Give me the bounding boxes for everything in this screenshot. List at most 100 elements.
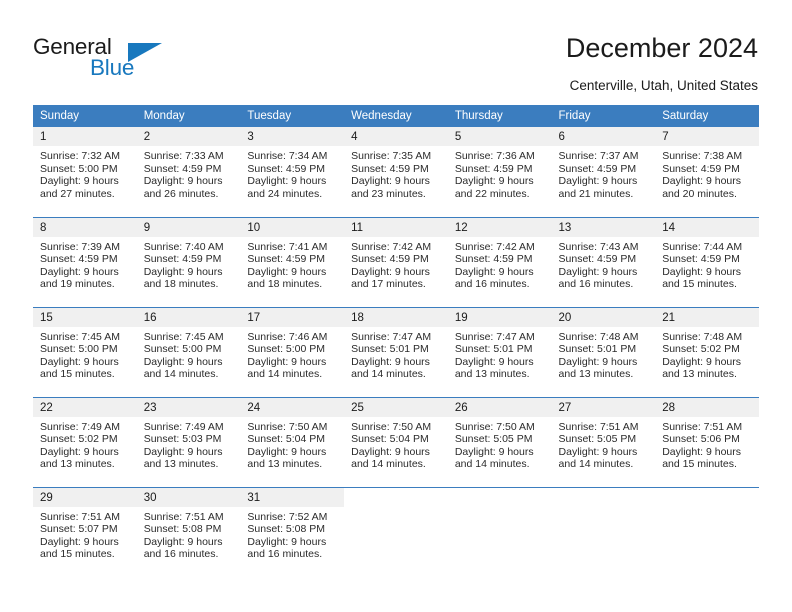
sunrise-text: Sunrise: 7:36 AM: [454, 150, 535, 162]
daylight-text: Daylight: 9 hours and 14 minutes.: [247, 355, 327, 381]
sunset-text: Sunset: 4:59 PM: [40, 253, 118, 266]
day-cell[interactable]: 4 Sunrise: 7:35 AM Sunset: 4:59 PM Dayli…: [344, 127, 448, 217]
day-info: Sunrise: 7:47 AM Sunset: 5:01 PM Dayligh…: [344, 327, 448, 381]
sunset-text: Sunset: 5:04 PM: [247, 433, 326, 446]
calendar-table: Sunday Monday Tuesday Wednesday Thursday…: [33, 105, 759, 577]
daylight-text: Daylight: 9 hours and 13 minutes.: [454, 355, 534, 381]
sunrise-text: Sunrise: 7:42 AM: [351, 240, 432, 253]
day-cell[interactable]: 11 Sunrise: 7:42 AM Sunset: 4:59 PM Dayl…: [344, 216, 448, 307]
day-info: Sunrise: 7:46 AM Sunset: 5:00 PM Dayligh…: [240, 327, 344, 381]
day-info: Sunrise: 7:49 AM Sunset: 5:02 PM Dayligh…: [33, 417, 137, 471]
daylight-text: Daylight: 9 hours and 14 minutes.: [558, 445, 638, 471]
daylight-text: Daylight: 9 hours and 13 minutes.: [143, 445, 223, 471]
day-cell[interactable]: 5 Sunrise: 7:36 AM Sunset: 4:59 PM Dayli…: [447, 127, 552, 217]
sunrise-text: Sunrise: 7:42 AM: [454, 240, 535, 253]
day-info: Sunrise: 7:44 AM Sunset: 4:59 PM Dayligh…: [655, 237, 759, 291]
sunset-text: Sunset: 5:00 PM: [40, 162, 118, 175]
daylight-text: Daylight: 9 hours and 21 minutes.: [558, 175, 638, 200]
daylight-text: Daylight: 9 hours and 14 minutes.: [351, 445, 430, 471]
day-info: Sunrise: 7:38 AM Sunset: 4:59 PM Dayligh…: [655, 146, 759, 200]
sunset-text: Sunset: 4:59 PM: [454, 162, 533, 175]
sunrise-text: Sunrise: 7:37 AM: [558, 150, 639, 162]
sunset-text: Sunset: 4:59 PM: [351, 162, 429, 175]
day-info: Sunrise: 7:33 AM Sunset: 4:59 PM Dayligh…: [137, 146, 241, 200]
day-cell[interactable]: 26 Sunrise: 7:50 AM Sunset: 5:05 PM Dayl…: [447, 396, 552, 487]
day-cell[interactable]: 17 Sunrise: 7:46 AM Sunset: 5:00 PM Dayl…: [240, 306, 345, 397]
day-number: 7: [655, 127, 759, 146]
day-cell[interactable]: 28 Sunrise: 7:51 AM Sunset: 5:06 PM Dayl…: [655, 396, 759, 487]
calendar-week-row: 1 Sunrise: 7:32 AM Sunset: 5:00 PM Dayli…: [33, 127, 759, 217]
day-cell[interactable]: 18 Sunrise: 7:47 AM Sunset: 5:01 PM Dayl…: [344, 306, 448, 397]
day-cell[interactable]: 30 Sunrise: 7:51 AM Sunset: 5:08 PM Dayl…: [136, 486, 241, 577]
day-cell[interactable]: 10 Sunrise: 7:41 AM Sunset: 4:59 PM Dayl…: [240, 216, 345, 307]
daylight-text: Daylight: 9 hours and 14 minutes.: [143, 355, 223, 381]
day-info: Sunrise: 7:34 AM Sunset: 4:59 PM Dayligh…: [240, 146, 344, 200]
day-info: Sunrise: 7:51 AM Sunset: 5:08 PM Dayligh…: [137, 507, 241, 561]
day-cell[interactable]: 24 Sunrise: 7:50 AM Sunset: 5:04 PM Dayl…: [240, 396, 345, 487]
day-cell[interactable]: 13 Sunrise: 7:43 AM Sunset: 4:59 PM Dayl…: [551, 216, 656, 307]
day-info: Sunrise: 7:51 AM Sunset: 5:06 PM Dayligh…: [655, 417, 759, 471]
day-cell[interactable]: 7 Sunrise: 7:38 AM Sunset: 4:59 PM Dayli…: [655, 127, 759, 217]
day-number: 25: [344, 397, 448, 417]
day-cell[interactable]: 22 Sunrise: 7:49 AM Sunset: 5:02 PM Dayl…: [33, 396, 137, 487]
day-cell[interactable]: 31 Sunrise: 7:52 AM Sunset: 5:08 PM Dayl…: [240, 486, 345, 577]
sunrise-text: Sunrise: 7:49 AM: [40, 420, 120, 433]
day-number: 8: [33, 217, 137, 237]
sunrise-text: Sunrise: 7:52 AM: [247, 510, 328, 523]
sunset-text: Sunset: 5:08 PM: [143, 523, 222, 536]
day-cell[interactable]: 20 Sunrise: 7:48 AM Sunset: 5:01 PM Dayl…: [551, 306, 656, 397]
sunrise-text: Sunrise: 7:40 AM: [143, 240, 224, 253]
day-cell[interactable]: 27 Sunrise: 7:51 AM Sunset: 5:05 PM Dayl…: [551, 396, 656, 487]
sunrise-text: Sunrise: 7:45 AM: [40, 330, 120, 343]
day-info: Sunrise: 7:50 AM Sunset: 5:05 PM Dayligh…: [448, 417, 552, 471]
day-cell[interactable]: 21 Sunrise: 7:48 AM Sunset: 5:02 PM Dayl…: [655, 306, 759, 397]
day-cell[interactable]: 15 Sunrise: 7:45 AM Sunset: 5:00 PM Dayl…: [33, 306, 137, 397]
day-cell[interactable]: 2 Sunrise: 7:33 AM Sunset: 4:59 PM Dayli…: [136, 127, 241, 217]
day-info: Sunrise: 7:50 AM Sunset: 5:04 PM Dayligh…: [344, 417, 448, 471]
day-cell[interactable]: 1 Sunrise: 7:32 AM Sunset: 5:00 PM Dayli…: [33, 127, 137, 217]
daylight-text: Daylight: 9 hours and 27 minutes.: [40, 175, 119, 200]
day-info: Sunrise: 7:36 AM Sunset: 4:59 PM Dayligh…: [448, 146, 552, 200]
sunrise-text: Sunrise: 7:46 AM: [247, 330, 328, 343]
daylight-text: Daylight: 9 hours and 13 minutes.: [662, 355, 742, 381]
sunset-text: Sunset: 5:04 PM: [351, 433, 429, 446]
day-cell[interactable]: 16 Sunrise: 7:45 AM Sunset: 5:00 PM Dayl…: [136, 306, 241, 397]
sunrise-text: Sunrise: 7:49 AM: [143, 420, 224, 433]
day-cell[interactable]: 25 Sunrise: 7:50 AM Sunset: 5:04 PM Dayl…: [344, 396, 448, 487]
sunset-text: Sunset: 5:03 PM: [143, 433, 222, 446]
daylight-text: Daylight: 9 hours and 13 minutes.: [247, 445, 327, 471]
day-number: 20: [551, 307, 656, 327]
day-cell[interactable]: 12 Sunrise: 7:42 AM Sunset: 4:59 PM Dayl…: [447, 216, 552, 307]
weekday-header-row: Sunday Monday Tuesday Wednesday Thursday…: [33, 105, 759, 127]
brand-logo[interactable]: General Blue: [33, 34, 213, 86]
day-info: Sunrise: 7:37 AM Sunset: 4:59 PM Dayligh…: [552, 146, 656, 200]
sunrise-text: Sunrise: 7:32 AM: [40, 150, 120, 162]
sunrise-text: Sunrise: 7:48 AM: [558, 330, 639, 343]
weekday-header-saturday: Saturday: [655, 105, 759, 127]
daylight-text: Daylight: 9 hours and 16 minutes.: [558, 265, 638, 291]
sunset-text: Sunset: 4:59 PM: [662, 253, 740, 266]
day-cell[interactable]: 8 Sunrise: 7:39 AM Sunset: 4:59 PM Dayli…: [33, 216, 137, 307]
day-cell[interactable]: 6 Sunrise: 7:37 AM Sunset: 4:59 PM Dayli…: [551, 127, 656, 217]
day-cell[interactable]: 19 Sunrise: 7:47 AM Sunset: 5:01 PM Dayl…: [447, 306, 552, 397]
day-cell[interactable]: 14 Sunrise: 7:44 AM Sunset: 4:59 PM Dayl…: [655, 216, 759, 307]
page-title: December 2024: [565, 33, 758, 63]
day-cell[interactable]: 9 Sunrise: 7:40 AM Sunset: 4:59 PM Dayli…: [136, 216, 241, 307]
daylight-text: Daylight: 9 hours and 13 minutes.: [558, 355, 638, 381]
daylight-text: Daylight: 9 hours and 17 minutes.: [351, 265, 430, 291]
day-cell[interactable]: 3 Sunrise: 7:34 AM Sunset: 4:59 PM Dayli…: [240, 127, 345, 217]
day-number: 21: [655, 307, 759, 327]
sunrise-text: Sunrise: 7:51 AM: [662, 420, 743, 433]
day-cell[interactable]: 23 Sunrise: 7:49 AM Sunset: 5:03 PM Dayl…: [136, 396, 241, 487]
day-info: Sunrise: 7:39 AM Sunset: 4:59 PM Dayligh…: [33, 237, 137, 291]
sunset-text: Sunset: 5:05 PM: [558, 433, 637, 446]
day-number: 29: [33, 487, 137, 507]
day-cell[interactable]: 29 Sunrise: 7:51 AM Sunset: 5:07 PM Dayl…: [33, 486, 137, 577]
daylight-text: Daylight: 9 hours and 15 minutes.: [40, 535, 119, 561]
daylight-text: Daylight: 9 hours and 18 minutes.: [247, 265, 327, 291]
sunrise-text: Sunrise: 7:39 AM: [40, 240, 120, 253]
sunset-text: Sunset: 5:01 PM: [558, 343, 637, 356]
day-info: Sunrise: 7:42 AM Sunset: 4:59 PM Dayligh…: [448, 237, 552, 291]
day-info: Sunrise: 7:51 AM Sunset: 5:07 PM Dayligh…: [33, 507, 137, 561]
page-subtitle: Centerville, Utah, United States: [569, 78, 758, 93]
